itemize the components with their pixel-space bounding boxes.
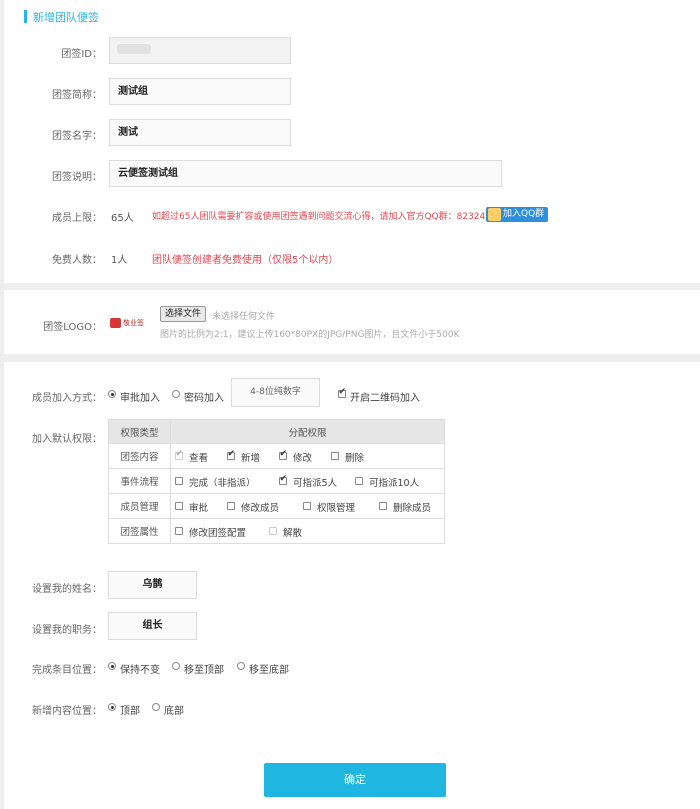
my-name-input[interactable]: 乌鹊 xyxy=(108,571,197,599)
new_position-option-label[interactable]: 顶部 xyxy=(120,702,140,717)
permission-category: 团签属性 xyxy=(108,518,171,544)
join-qq-group-button[interactable]: 加入QQ群 xyxy=(486,207,549,222)
short-name-label: 团签简称： xyxy=(52,90,102,101)
permission-items: 修改团签配置 解散 xyxy=(171,519,444,543)
submit-button[interactable]: 确定 xyxy=(264,763,446,797)
permission-items: 审批 修改成员 权限管理 删除成员 xyxy=(171,494,444,518)
description-input[interactable]: 云便签测试组 xyxy=(109,160,502,187)
permission-checkbox[interactable] xyxy=(227,502,235,510)
join-password-radio[interactable] xyxy=(172,390,180,398)
join-password-input[interactable]: 4-8位纯数字 xyxy=(231,378,320,407)
permission-category: 事件流程 xyxy=(108,468,171,494)
my-name-label: 设置我的姓名： xyxy=(32,584,102,595)
permission-option-label: 查看 xyxy=(189,453,209,464)
permission-option-label[interactable]: 修改团签配置 xyxy=(189,525,246,539)
free-count-note: 团队便签创建者免费使用（仅限5个以内） xyxy=(152,255,339,266)
new_position-radio[interactable] xyxy=(108,703,116,711)
member-limit-label: 成员上限： xyxy=(52,213,102,224)
member-limit-warning: 如超过65人团队需要扩容或使用团签遇到问题交流心得，请加入官方QQ群：82324… xyxy=(152,212,509,222)
permission-items: 查看 新增 修改 删除 xyxy=(171,444,444,468)
permission-checkbox[interactable] xyxy=(279,474,287,485)
permission-option-label[interactable]: 可指派10人 xyxy=(369,475,419,489)
permission-category: 团签内容 xyxy=(108,443,171,469)
join-method-label: 成员加入方式： xyxy=(32,393,102,404)
permission-option-label[interactable]: 完成（非指派） xyxy=(189,475,256,489)
my-title-input[interactable]: 组长 xyxy=(108,612,197,640)
permission-category: 成员管理 xyxy=(108,493,171,519)
col-type-header: 权限类型 xyxy=(108,419,171,444)
complete_position-option-label[interactable]: 保持不变 xyxy=(120,661,160,676)
choose-file-button[interactable]: 选择文件 xyxy=(160,306,207,322)
complete_position-radio[interactable] xyxy=(172,662,180,670)
permission-option-label[interactable]: 可指派5人 xyxy=(293,475,337,489)
permission-items-cell: 修改团签配置 解散 xyxy=(170,518,445,544)
col-assign-header: 分配权限 xyxy=(170,419,445,444)
permission-option-label[interactable]: 删除 xyxy=(345,450,364,464)
permission-row: 事件流程 完成（非指派） 可指派5人 可指派10人 xyxy=(108,468,445,494)
team-id-label: 团签ID： xyxy=(61,49,102,60)
join-password-label[interactable]: 密码加入 xyxy=(184,389,224,404)
join-review-label[interactable]: 审批加入 xyxy=(120,389,160,404)
complete_position-option-label[interactable]: 移至底部 xyxy=(249,661,289,676)
brand-logo-icon xyxy=(110,318,121,328)
free-count-value: 1人 xyxy=(111,255,128,266)
free-count-label: 免费人数： xyxy=(52,255,102,266)
permission-row: 团签内容 查看 新增 修改 删除 xyxy=(108,443,445,469)
permission-items-cell: 查看 新增 修改 删除 xyxy=(170,443,445,469)
permission-row: 成员管理 审批 修改成员 权限管理 删除成员 xyxy=(108,493,445,519)
permission-row: 团签属性 修改团签配置 解散 xyxy=(108,518,445,544)
qr-join-label[interactable]: 开启二维码加入 xyxy=(350,389,420,404)
permission-option-label[interactable]: 修改成员 xyxy=(241,500,279,514)
join-review-radio[interactable] xyxy=(108,390,116,398)
permission-checkbox xyxy=(269,527,277,535)
permission-items-cell: 完成（非指派） 可指派5人 可指派10人 xyxy=(170,468,445,494)
complete_position-option-label[interactable]: 移至顶部 xyxy=(184,661,224,676)
join-qq-group-label: 加入QQ群 xyxy=(503,209,545,219)
permission-option-label[interactable]: 删除成员 xyxy=(393,500,431,514)
complete-position-label: 完成条目位置： xyxy=(32,665,102,676)
logo-panel xyxy=(4,290,700,354)
permission-option-label[interactable]: 新增 xyxy=(241,450,260,464)
logo-brand-text: 敬业签 xyxy=(123,319,144,327)
permission-checkbox[interactable] xyxy=(279,449,287,460)
my-title-label: 设置我的职务： xyxy=(32,625,102,636)
permission-checkbox[interactable] xyxy=(379,502,387,510)
logo-label: 团签LOGO： xyxy=(43,322,102,333)
header-accent-bar xyxy=(24,10,27,23)
short-name-input[interactable]: 测试组 xyxy=(109,78,291,105)
logo-preview: 敬业签 xyxy=(110,316,152,330)
logo-upload-hint: 图片的比例为2:1，建议上传160*80PX的JPG/PNG图片，且文件小于50… xyxy=(160,330,460,340)
permission-checkbox xyxy=(175,449,183,460)
team-name-input[interactable]: 测试 xyxy=(109,119,291,146)
permission-checkbox[interactable] xyxy=(355,477,363,485)
new_position-radio[interactable] xyxy=(152,703,160,711)
complete_position-radio[interactable] xyxy=(237,662,245,670)
page-title: 新增团队便签 xyxy=(33,11,99,24)
team-name-label: 团签名字： xyxy=(52,131,102,142)
new_position-option-label[interactable]: 底部 xyxy=(164,702,184,717)
qr-join-checkbox[interactable] xyxy=(338,387,346,398)
permission-checkbox[interactable] xyxy=(303,502,311,510)
permission-option-label[interactable]: 审批 xyxy=(189,500,208,514)
team-id-blurred xyxy=(117,44,151,54)
new-position-label: 新增内容位置： xyxy=(32,706,102,717)
no-file-text: 未选择任何文件 xyxy=(212,312,276,322)
permission-checkbox[interactable] xyxy=(175,502,183,510)
permissions-table: 权限类型 分配权限 团签内容 查看 新增 修改 删除事件流程 完成（非指派） 可指派5人 可指… xyxy=(108,419,445,544)
permission-option-label: 解散 xyxy=(283,528,303,539)
permission-items: 完成（非指派） 可指派5人 可指派10人 xyxy=(171,469,444,493)
permission-checkbox[interactable] xyxy=(227,449,235,460)
qq-icon xyxy=(488,208,501,221)
permission-checkbox[interactable] xyxy=(175,477,183,485)
default-permissions-label: 加入默认权限： xyxy=(32,434,102,445)
permission-items-cell: 审批 修改成员 权限管理 删除成员 xyxy=(170,493,445,519)
permission-option-label[interactable]: 修改 xyxy=(293,450,312,464)
permission-option-label[interactable]: 权限管理 xyxy=(317,500,355,514)
description-label: 团签说明： xyxy=(52,172,102,183)
permission-checkbox[interactable] xyxy=(331,452,339,460)
complete_position-radio[interactable] xyxy=(108,662,116,670)
member-limit-value: 65人 xyxy=(111,213,134,224)
permission-checkbox[interactable] xyxy=(175,527,183,535)
